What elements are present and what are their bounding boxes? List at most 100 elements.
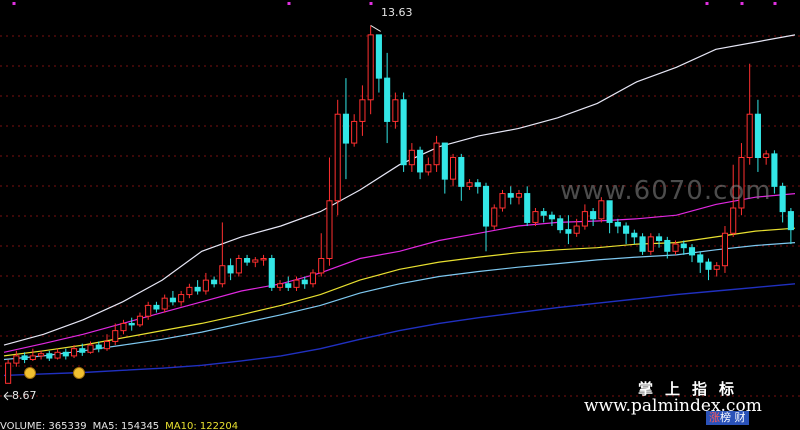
candle-down (244, 258, 251, 263)
candle-up (29, 355, 36, 360)
candle-up (87, 344, 94, 353)
candle-down (548, 214, 555, 220)
candle-down (557, 218, 564, 231)
candle-down (342, 113, 349, 144)
candle-up (54, 351, 61, 359)
candle-up (120, 322, 127, 332)
candle-down (153, 304, 160, 310)
candle-up (178, 294, 185, 303)
top-marker (12, 2, 16, 5)
candle-down (590, 211, 597, 220)
candle-up (235, 258, 242, 274)
candle-up (466, 182, 473, 187)
candle-up (672, 243, 679, 252)
candle-up (763, 153, 770, 158)
candle-up (425, 164, 432, 173)
candle-up (38, 353, 45, 357)
candle-up (647, 236, 654, 252)
watermark-site-gray: www.6070.com (560, 176, 772, 206)
top-marker (287, 2, 291, 5)
candle-up (532, 211, 539, 223)
top-marker (773, 2, 777, 5)
candle-down (62, 351, 69, 357)
candle-down (384, 77, 391, 122)
grid-lines (0, 35, 800, 397)
top-markers (12, 2, 777, 5)
candle-down (787, 211, 794, 231)
candle-up (202, 279, 209, 292)
high-arrow (370, 25, 381, 32)
candle-up (145, 304, 152, 317)
candle-up (318, 258, 325, 274)
candle-down (540, 211, 547, 216)
candle-down (95, 344, 102, 350)
candle-down (614, 221, 621, 227)
candle-down (779, 185, 786, 213)
indicator-item: MA5: 154345 (92, 421, 160, 430)
candle-down (680, 243, 687, 249)
candle-up (450, 157, 457, 180)
candle-down (623, 225, 630, 234)
tag-rest: 榜 财 (720, 411, 746, 424)
candle-up (491, 207, 498, 227)
candle-down (21, 355, 28, 360)
candle-down (211, 279, 218, 285)
candle-down (169, 297, 176, 303)
candle-up (136, 315, 144, 326)
candle-down (771, 153, 778, 187)
candle-up (573, 225, 580, 234)
candle-down (375, 34, 382, 79)
candle-down (474, 182, 481, 187)
candle-down (301, 279, 308, 285)
top-marker (705, 2, 709, 5)
candle-up (186, 286, 193, 296)
top-marker (369, 2, 373, 5)
candle-down (458, 157, 465, 187)
ma-line-4 (3, 242, 796, 361)
candle-down (417, 149, 424, 173)
candle-down (565, 229, 572, 234)
tag-hot: 涨 (709, 411, 720, 424)
candle-up (13, 355, 20, 364)
candle-up (721, 232, 729, 267)
candle-up (5, 362, 12, 384)
candle-up (392, 99, 399, 122)
candle-up (70, 348, 78, 357)
candle-up (351, 120, 358, 144)
coin-icon (24, 367, 36, 379)
candle-up (309, 272, 317, 285)
high-price-label: 13.63 (381, 6, 413, 19)
candle-up (112, 330, 119, 342)
candle-down (285, 283, 292, 288)
candle-down (655, 236, 663, 241)
candle-up (730, 207, 737, 234)
candle-down (697, 254, 704, 263)
candle-up (219, 265, 226, 285)
candle-up (367, 34, 374, 101)
candle-up (433, 142, 440, 166)
candle-down (507, 193, 514, 198)
candle-up (326, 200, 333, 260)
candle-up (260, 258, 267, 261)
candle-down (688, 247, 696, 256)
candle-up (713, 265, 720, 270)
rank-tag[interactable]: 涨榜 财 (706, 411, 749, 425)
candle-up (334, 113, 341, 202)
candle-up (293, 279, 300, 288)
indicator-bar: VOLUME: 365339 MA5: 154345 MA10: 122204 (0, 420, 800, 430)
candle-up (276, 283, 284, 288)
candle-down (79, 348, 86, 353)
candle-up (359, 99, 366, 122)
candle-down (524, 193, 531, 223)
candle-down (482, 185, 490, 227)
candle-up (581, 211, 588, 227)
candle-down (664, 239, 671, 252)
candle-up (252, 259, 259, 263)
candle-up (408, 149, 415, 166)
indicator-item: MA10: 122204 (165, 421, 239, 430)
candle-up (515, 193, 523, 198)
candle-up (499, 193, 506, 209)
candle-down (754, 113, 761, 158)
candle-down (400, 99, 407, 166)
extreme-price-arrows (3, 25, 381, 401)
